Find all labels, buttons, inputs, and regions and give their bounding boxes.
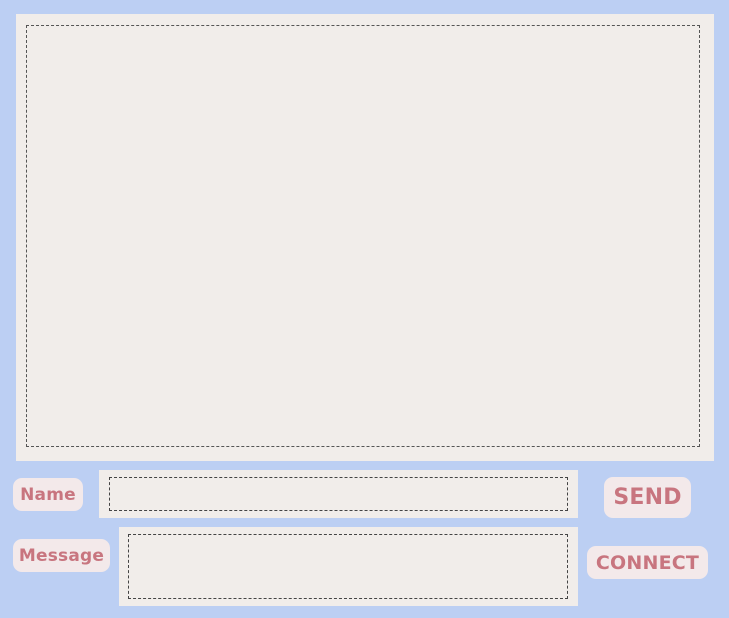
message-field-frame xyxy=(119,527,578,606)
name-input[interactable] xyxy=(109,477,568,511)
connect-button[interactable]: CONNECT xyxy=(587,546,708,579)
name-field-frame xyxy=(99,470,578,518)
message-input[interactable] xyxy=(128,534,568,599)
send-button[interactable]: SEND xyxy=(604,477,691,518)
name-label: Name xyxy=(13,478,83,511)
chat-panel xyxy=(16,14,714,461)
message-label: Message xyxy=(13,539,110,572)
chat-log[interactable] xyxy=(26,25,700,447)
